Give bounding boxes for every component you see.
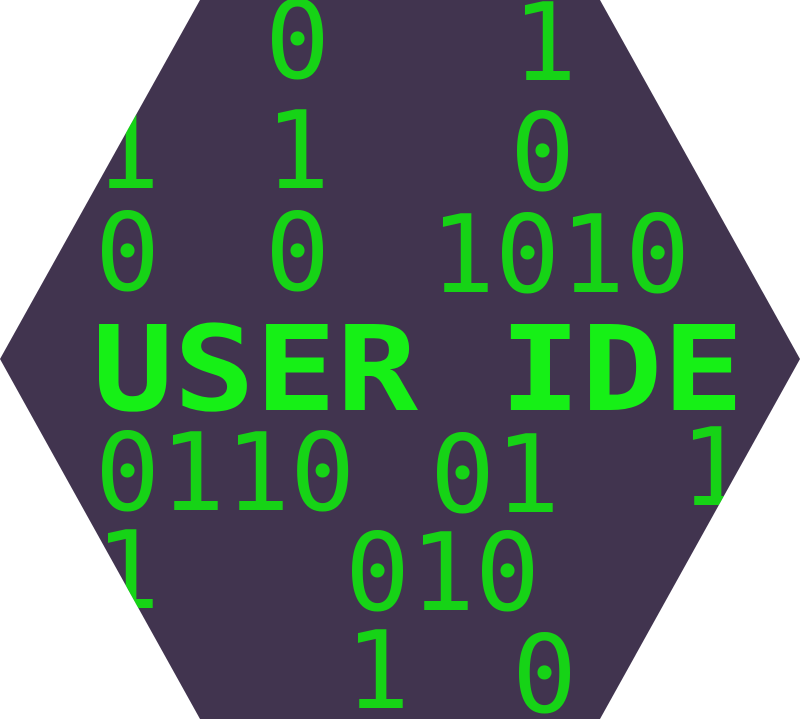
binary-digit: 0 <box>95 191 160 316</box>
binary-digit: 1 <box>95 509 160 634</box>
logo-title: USER IDE <box>92 300 744 438</box>
binary-digit: 0 <box>512 613 577 719</box>
user-ide-logo: 0 1 1 1 0 0 0 1010 0110 01 1 1 010 1 0 U… <box>0 0 800 719</box>
logo-container: 0 1 1 1 0 0 0 1010 0110 01 1 1 010 1 0 U… <box>0 0 800 719</box>
binary-digit: 0 <box>265 191 330 316</box>
binary-digit: 1 <box>345 609 410 719</box>
